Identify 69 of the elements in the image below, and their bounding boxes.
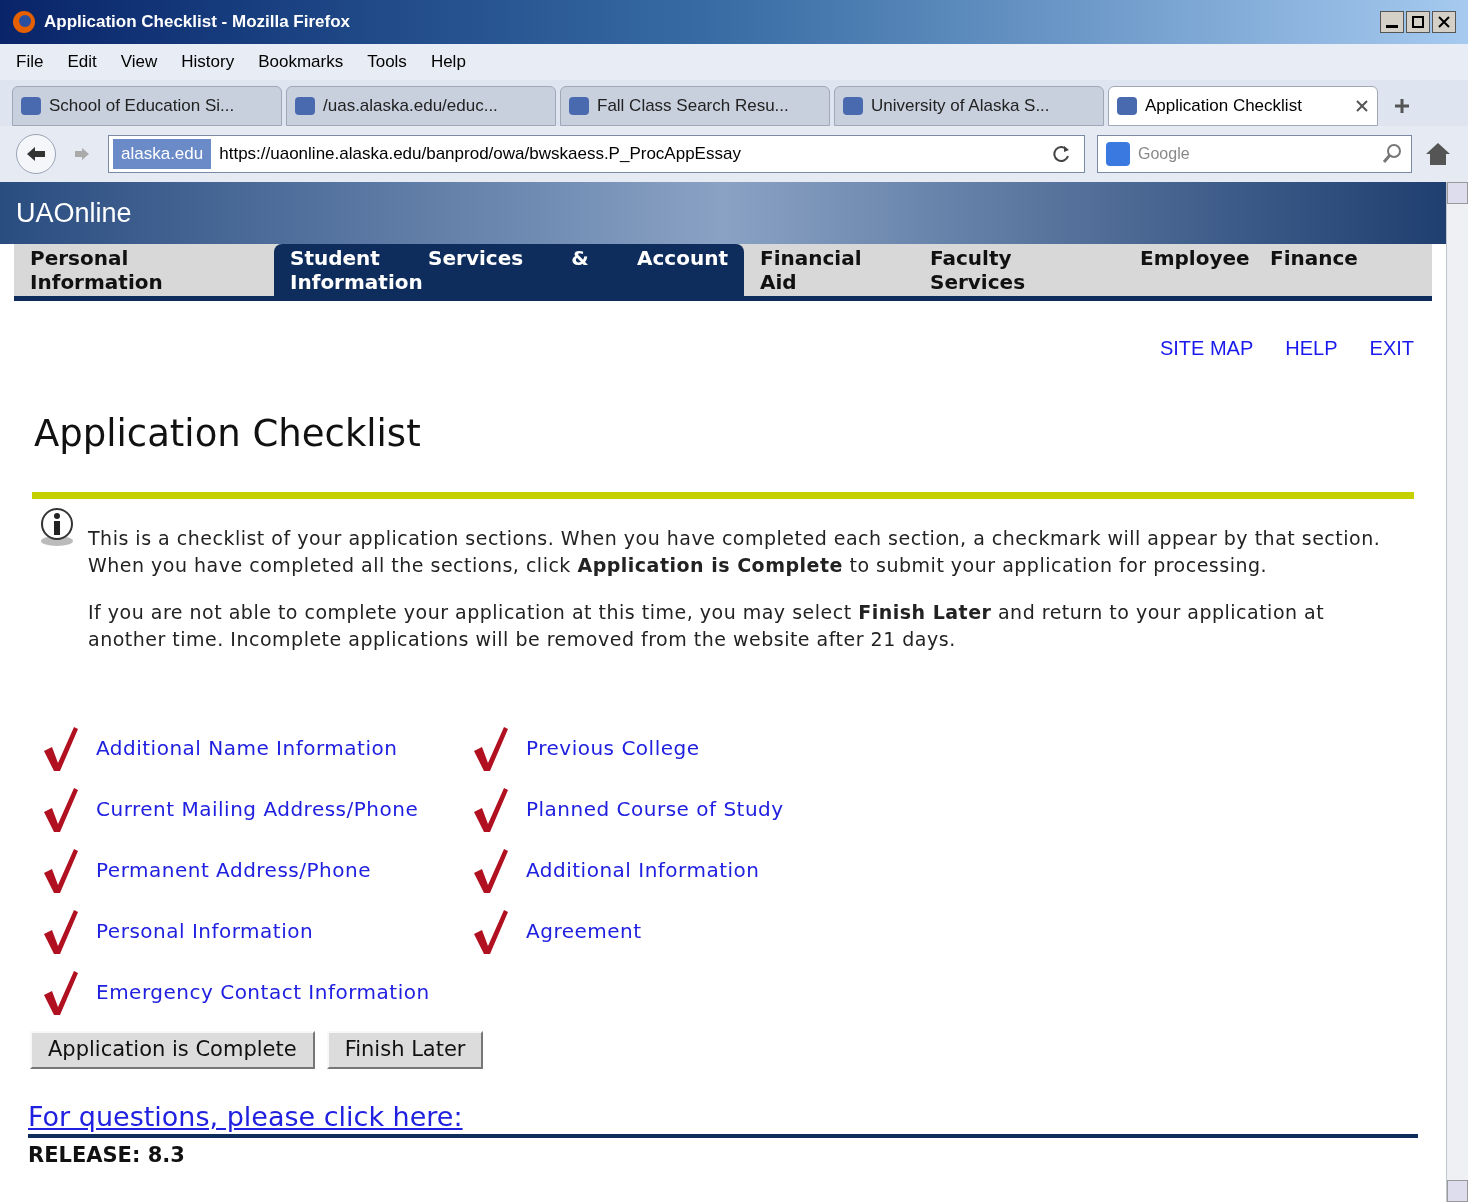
page-title: Application Checklist: [34, 415, 422, 452]
info-paragraph: This is a checklist of your application sections. When you have completed each section, a checkmark will appear by that section. When you have completed all the sections, click Application is Complete to submit your application for processing.: [88, 526, 1382, 578]
address-bar[interactable]: alaska.edu https://uaonline.alaska.edu/banprod/owa/bwskaess.P_ProcAppEssay: [108, 135, 1085, 173]
section-link[interactable]: Emergency Contact Information: [96, 977, 430, 1007]
favicon-icon: [295, 97, 315, 115]
section-link[interactable]: Planned Course of Study: [526, 794, 784, 824]
header-link[interactable]: HELP: [1285, 333, 1338, 363]
menu-item[interactable]: File: [16, 49, 44, 75]
section-link[interactable]: Previous College: [526, 733, 700, 763]
menu-item[interactable]: Bookmarks: [258, 49, 344, 75]
favicon-icon: [1117, 97, 1137, 115]
scrollbar[interactable]: [1446, 182, 1468, 1202]
questions-link[interactable]: For questions, please click here:: [28, 1103, 463, 1130]
tab-label: School of Education Si...: [49, 95, 235, 118]
search-input[interactable]: Google: [1138, 142, 1373, 166]
favicon-icon: [843, 97, 863, 115]
release-label: RELEASE: 8.3: [28, 1142, 186, 1169]
info-paragraph: If you are not able to complete your application at this time, you may select Finish Later and return to your application at another time. Incomplete applications will be removed from the website after 21 days.: [88, 600, 1326, 652]
close-icon: [1438, 16, 1450, 28]
firefox-icon: [12, 10, 36, 34]
form-button[interactable]: Application is Complete: [30, 1031, 315, 1069]
menu-item[interactable]: View: [120, 49, 158, 75]
search-icon[interactable]: [1381, 143, 1403, 165]
menu-item[interactable]: History: [181, 49, 235, 75]
site-logo: UAOnline: [16, 196, 132, 230]
header-link[interactable]: EXIT: [1369, 333, 1414, 363]
section-link[interactable]: Additional Name Information: [96, 733, 398, 763]
minimize-icon: [1386, 24, 1398, 28]
back-arrow-icon: [25, 145, 47, 163]
nav-tab[interactable]: Faculty Services: [914, 244, 1124, 296]
maximize-icon: [1412, 16, 1424, 28]
minimize-button[interactable]: [1380, 11, 1404, 33]
menu-item[interactable]: Tools: [367, 49, 407, 75]
forward-arrow-icon: [73, 146, 91, 162]
home-icon[interactable]: [1424, 141, 1452, 167]
browser-tab[interactable]: Fall Class Search Resu...: [560, 86, 830, 126]
browser-tab[interactable]: /uas.alaska.edu/educ...: [286, 86, 556, 126]
browser-tab[interactable]: University of Alaska S...: [834, 86, 1104, 126]
header-link[interactable]: SITE MAP: [1159, 333, 1254, 363]
close-tab-icon[interactable]: [1355, 99, 1369, 113]
nav-tab[interactable]: Student Services & Account Information: [274, 244, 744, 296]
close-button[interactable]: [1432, 11, 1456, 33]
back-button[interactable]: [16, 134, 56, 174]
tab-label: /uas.alaska.edu/educ...: [323, 95, 498, 118]
section-link[interactable]: Agreement: [526, 916, 642, 946]
maximize-button[interactable]: [1406, 11, 1430, 33]
url-text: https://uaonline.alaska.edu/banprod/owa/bwskaess.P_ProcAppEssay: [219, 143, 741, 166]
section-link[interactable]: Permanent Address/Phone: [96, 855, 371, 885]
menu-item[interactable]: Help: [430, 49, 466, 75]
plus-icon: [1393, 97, 1411, 115]
nav-tab[interactable]: Financial Aid: [744, 244, 914, 296]
reload-icon[interactable]: [1052, 144, 1072, 164]
nav-tab[interactable]: Finance: [1254, 244, 1372, 296]
nav-tab[interactable]: Personal Information: [14, 244, 274, 296]
section-link[interactable]: Current Mailing Address/Phone: [96, 794, 419, 824]
menu-item[interactable]: Edit: [67, 49, 97, 75]
browser-tab[interactable]: Application Checklist: [1108, 86, 1378, 126]
form-button[interactable]: Finish Later: [326, 1031, 484, 1069]
favicon-icon: [21, 97, 41, 115]
nav-tab[interactable]: Employee: [1124, 244, 1254, 296]
tab-label: Application Checklist: [1145, 95, 1302, 118]
section-link[interactable]: Additional Information: [526, 855, 760, 885]
window-title: Application Checklist - Mozilla Firefox: [44, 11, 351, 34]
tab-label: Fall Class Search Resu...: [597, 95, 789, 118]
browser-tab[interactable]: School of Education Si...: [12, 86, 282, 126]
favicon-icon: [569, 97, 589, 115]
tab-label: University of Alaska S...: [871, 95, 1050, 118]
section-link[interactable]: Personal Information: [96, 916, 314, 946]
search-field[interactable]: Google: [1097, 135, 1412, 173]
